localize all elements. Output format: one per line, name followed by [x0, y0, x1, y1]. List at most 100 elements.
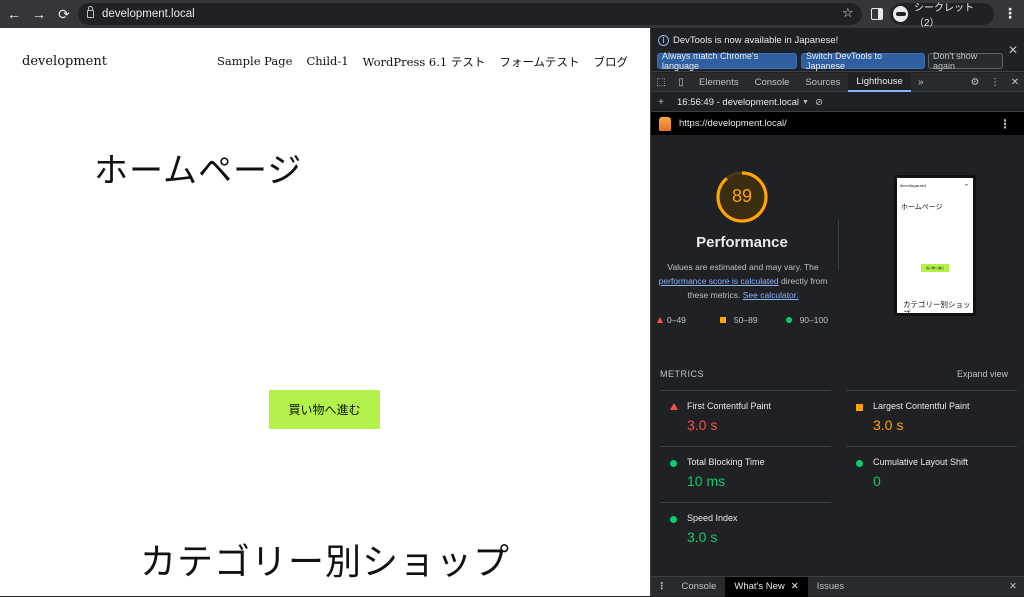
chevron-down-icon[interactable]: ▼: [802, 99, 809, 106]
report-url-row: https://development.local/ ⋮: [651, 112, 1024, 135]
metric-value: 3.0 s: [687, 417, 718, 433]
nav-item-child-1[interactable]: Child-1: [306, 54, 348, 70]
lighthouse-logo-icon: [659, 116, 671, 131]
metric-value: 10 ms: [687, 473, 726, 489]
report-select[interactable]: 16:56:49 - development.local: [677, 97, 799, 108]
legend-fail-label: 0–49: [667, 315, 686, 325]
devtools-menu-icon[interactable]: ⋮: [985, 73, 1005, 92]
green-circle-icon: [856, 460, 863, 467]
lock-icon: [87, 6, 94, 18]
back-arrow-icon[interactable]: ←: [3, 3, 25, 25]
score-calculated-link[interactable]: performance score is calculated: [659, 276, 779, 286]
legend-average-label: 50–89: [733, 315, 758, 325]
metric-label: Speed Index: [687, 513, 738, 523]
close-devtools-icon[interactable]: ✕: [1005, 73, 1024, 92]
thumb-heading2: カテゴリー別ショップ: [903, 300, 971, 316]
site-nav: Sample Page Child-1 WordPress 6.1 テスト フォ…: [217, 54, 628, 70]
language-infobar: i DevTools is now available in Japanese!…: [651, 28, 1024, 72]
device-toolbar-icon[interactable]: ▯: [671, 73, 691, 92]
info-icon: i: [658, 35, 669, 46]
green-circle-icon: [670, 516, 677, 523]
metric-tbt: Total Blocking Time 10 ms: [660, 446, 831, 502]
green-circle-icon: [785, 317, 792, 323]
tab-lighthouse[interactable]: Lighthouse: [848, 72, 911, 92]
drawer-tab-whats-new[interactable]: What's New ✕: [725, 576, 808, 597]
metric-fcp: First Contentful Paint 3.0 s: [660, 390, 831, 446]
infobar-message: DevTools is now available in Japanese!: [673, 35, 839, 46]
side-panel-icon[interactable]: [871, 8, 883, 20]
metric-speed-index: Speed Index 3.0 s: [660, 502, 831, 558]
metric-label: Largest Contentful Paint: [873, 401, 970, 411]
nav-item-sample-page[interactable]: Sample Page: [217, 54, 292, 70]
bookmark-star-icon[interactable]: ☆: [842, 5, 854, 21]
legend-pass-label: 90–100: [799, 315, 828, 325]
reload-icon[interactable]: ⟳: [53, 3, 75, 25]
metric-value: 3.0 s: [873, 417, 904, 433]
settings-gear-icon[interactable]: ⚙: [965, 73, 985, 92]
drawer-menu-icon[interactable]: ⋮: [651, 581, 673, 592]
red-triangle-icon: [670, 403, 678, 410]
more-tabs-icon[interactable]: »: [911, 73, 931, 92]
desc-text-1: Values are estimated and may vary. The: [667, 262, 819, 272]
category-shop-heading: カテゴリー別ショップ: [140, 542, 511, 583]
metric-cls: Cumulative Layout Shift 0: [846, 446, 1017, 502]
legend-fail: 0–49: [657, 315, 686, 325]
new-report-plus-icon[interactable]: +: [651, 93, 671, 112]
divider: [838, 220, 839, 270]
drawer-tab-whats-new-label: What's New: [734, 581, 785, 592]
page-screenshot-thumbnail[interactable]: development ≡ ホームページ 買い物へ進む カテゴリー別ショップ: [894, 175, 976, 316]
always-match-language-button[interactable]: Always match Chrome's language: [657, 51, 797, 71]
metric-value: 0: [873, 473, 881, 489]
devtools-tabbar: ⬚ ▯ Elements Console Sources Lighthouse …: [651, 72, 1024, 92]
incognito-profile-button[interactable]: シークレット（2）: [890, 3, 994, 29]
nav-item-wordpress-test[interactable]: WordPress 6.1 テスト: [363, 54, 486, 70]
address-url: development.local: [102, 8, 195, 20]
dont-show-again-button[interactable]: Don't show again: [928, 51, 1003, 71]
browser-menu-icon[interactable]: ⋮: [1003, 5, 1017, 22]
report-url[interactable]: https://development.local/: [679, 118, 787, 129]
orange-square-icon: [856, 404, 863, 411]
site-title[interactable]: development: [22, 54, 107, 69]
profile-label: シークレット（2）: [913, 3, 974, 29]
drawer-tab-issues[interactable]: Issues: [808, 577, 853, 597]
tab-elements[interactable]: Elements: [691, 73, 747, 92]
go-shopping-button[interactable]: 買い物へ進む: [269, 390, 380, 429]
forward-arrow-icon[interactable]: →: [28, 3, 50, 25]
browser-toolbar: ← → ⟳ development.local ☆ シークレット（2） ⋮: [0, 0, 1024, 29]
green-circle-icon: [670, 460, 677, 467]
red-triangle-icon: [657, 317, 663, 323]
page-title: ホームページ: [94, 151, 303, 191]
desc-text-2: directly from: [781, 276, 828, 286]
performance-description: Values are estimated and may vary. The p…: [653, 260, 833, 302]
performance-score: 89: [731, 186, 753, 206]
metric-value: 3.0 s: [687, 529, 718, 545]
close-drawer-icon[interactable]: ✕: [1009, 581, 1017, 592]
devtools-panel: i DevTools is now available in Japanese!…: [650, 28, 1024, 597]
thumb-button: 買い物へ進む: [921, 264, 949, 272]
legend-average: 50–89: [719, 315, 758, 325]
score-legend: 0–49 50–89 90–100: [657, 315, 846, 325]
web-page: development Sample Page Child-1 WordPres…: [0, 28, 650, 596]
incognito-icon: [893, 6, 908, 22]
inspect-element-icon[interactable]: ⬚: [651, 73, 671, 92]
drawer-tab-console[interactable]: Console: [673, 577, 726, 597]
clear-reports-icon[interactable]: ⊘: [815, 97, 823, 108]
devtools-drawer: ⋮ Console What's New ✕ Issues ✕: [651, 576, 1024, 597]
metric-label: Total Blocking Time: [687, 457, 765, 467]
tab-sources[interactable]: Sources: [797, 73, 848, 92]
tab-console[interactable]: Console: [747, 73, 798, 92]
switch-to-japanese-button[interactable]: Switch DevTools to Japanese: [801, 51, 925, 71]
report-menu-icon[interactable]: ⋮: [999, 117, 1011, 131]
see-calculator-link[interactable]: See calculator.: [743, 290, 799, 300]
close-icon[interactable]: ✕: [791, 581, 799, 592]
desc-text-3: these metrics.: [687, 290, 741, 300]
metric-label: First Contentful Paint: [687, 401, 772, 411]
close-icon[interactable]: ✕: [1008, 43, 1018, 57]
thumb-heading: ホームページ: [901, 203, 943, 211]
nav-item-form-test[interactable]: フォームテスト: [499, 54, 579, 70]
address-bar[interactable]: development.local: [78, 3, 862, 25]
lighthouse-toolbar: + 16:56:49 - development.local ▼ ⊘: [651, 93, 1024, 112]
nav-item-blog[interactable]: ブログ: [594, 54, 629, 70]
expand-view-toggle[interactable]: Expand view: [957, 369, 1008, 379]
orange-square-icon: [719, 317, 726, 323]
